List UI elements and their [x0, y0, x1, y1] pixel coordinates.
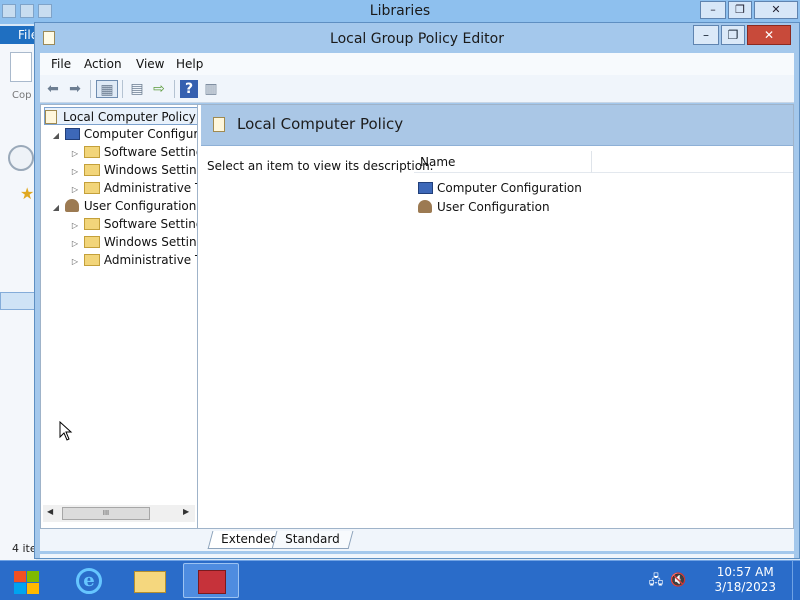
- window-title: Local Group Policy Editor: [330, 31, 504, 47]
- back-arrow-icon[interactable]: ⬅: [44, 80, 62, 98]
- collapse-arrow-icon[interactable]: ◢: [51, 127, 61, 145]
- favorites-star-icon[interactable]: ★: [20, 184, 34, 203]
- console-tree: Local Computer Policy ◢ Computer Configu…: [41, 105, 198, 528]
- taskbar-internet-explorer[interactable]: e: [62, 563, 118, 598]
- folder-icon: [83, 236, 100, 248]
- policy-document-icon: [45, 110, 57, 124]
- windows-logo-icon-part: [27, 583, 39, 594]
- details-banner: Local Computer Policy: [201, 105, 793, 146]
- volume-muted-icon[interactable]: 🔇: [670, 573, 686, 589]
- folder-icon: [83, 164, 100, 176]
- list-item-user-configuration[interactable]: User Configuration: [418, 198, 550, 216]
- copy-label: Cop: [12, 90, 32, 101]
- tree-item-user-windows-settings[interactable]: ▷ Windows Setting: [70, 233, 197, 251]
- taskbar-file-explorer[interactable]: [122, 563, 178, 598]
- tree-item-computer-administrative-templates[interactable]: ▷ Administrative Te: [70, 179, 197, 197]
- background-window-title: Libraries: [369, 3, 431, 19]
- clock-time: 10:57 AM: [716, 565, 774, 579]
- folder-icon: [83, 182, 100, 194]
- computer-icon: [418, 182, 433, 194]
- windows-logo-icon-part: [14, 583, 26, 594]
- status-bar: [40, 554, 794, 558]
- show-desktop-button[interactable]: [792, 561, 800, 600]
- toolbar-separator: [174, 80, 175, 98]
- menu-action[interactable]: Action: [84, 57, 122, 71]
- taskbar: e 🖧 🔇 10:57 AM 3/18/2023: [0, 560, 800, 600]
- bg-item-count: 4 ite: [12, 542, 37, 555]
- start-button[interactable]: [8, 565, 42, 597]
- list-header: Name: [414, 151, 793, 173]
- column-header-name[interactable]: Name: [420, 155, 455, 169]
- scroll-thumb[interactable]: III: [62, 507, 150, 520]
- tree-item-user-software-settings[interactable]: ▷ Software Settings: [70, 215, 197, 233]
- system-tray: 🖧 🔇 10:57 AM 3/18/2023: [640, 561, 800, 600]
- back-circle-icon[interactable]: [8, 145, 34, 171]
- user-icon: [418, 200, 432, 213]
- tab-standard[interactable]: Standard: [271, 531, 354, 549]
- expand-arrow-icon[interactable]: ▷: [70, 253, 80, 271]
- windows-logo-icon-part: [27, 571, 39, 582]
- collapse-arrow-icon[interactable]: ◢: [51, 199, 61, 217]
- details-list: Name Computer Configuration User Configu…: [414, 151, 793, 528]
- policy-document-icon: [213, 117, 225, 132]
- folder-icon: [83, 146, 100, 158]
- menu-file[interactable]: File: [51, 57, 71, 71]
- computer-icon: [64, 128, 80, 140]
- tree-item-computer-configuration[interactable]: ◢ Computer Configura: [51, 125, 197, 145]
- bg-close-button[interactable]: ✕: [754, 1, 798, 19]
- show-action-pane-icon[interactable]: ▥: [202, 80, 220, 98]
- tree-item-computer-software-settings[interactable]: ▷ Software Settings: [70, 143, 197, 161]
- properties-icon[interactable]: ▤: [128, 80, 146, 98]
- titlebar[interactable]: Local Group Policy Editor – ❐ ✕: [35, 23, 799, 53]
- toolbar-separator: [122, 80, 123, 98]
- banner-title: Local Computer Policy: [237, 115, 404, 133]
- tree-item-user-administrative-templates[interactable]: ▷ Administrative Te: [70, 251, 197, 271]
- internet-explorer-icon: e: [76, 568, 102, 594]
- forward-arrow-icon[interactable]: ➡: [66, 80, 84, 98]
- maximize-button[interactable]: ❐: [721, 25, 745, 45]
- tree-item-local-computer-policy[interactable]: Local Computer Policy: [44, 107, 197, 125]
- details-pane: Local Computer Policy Select an item to …: [201, 105, 793, 528]
- bg-minimize-button[interactable]: –: [700, 1, 726, 19]
- folder-icon: [83, 254, 100, 266]
- export-list-icon[interactable]: ⇨: [150, 80, 168, 98]
- tree-item-user-configuration[interactable]: ◢ User Configuration: [51, 197, 196, 215]
- minimize-button[interactable]: –: [693, 25, 719, 45]
- toolbar-separator: [90, 80, 91, 98]
- folder-icon: [83, 218, 100, 230]
- windows-logo-icon: [14, 571, 26, 582]
- background-titlebar: Libraries – ❐ ✕: [0, 0, 800, 24]
- menu-help[interactable]: Help: [176, 57, 203, 71]
- description-text: Select an item to view its description.: [207, 159, 434, 173]
- group-policy-editor-window: Local Group Policy Editor – ❐ ✕ File Act…: [34, 22, 800, 559]
- menu-bar: File Action View Help: [40, 53, 794, 75]
- show-hide-console-tree-icon[interactable]: ▦: [96, 80, 118, 98]
- scroll-left-arrow-icon[interactable]: ◀: [47, 507, 53, 516]
- toolbox-icon: [198, 570, 226, 594]
- toolbar: ⬅ ➡ ▦ ▤ ⇨ ? ▥: [40, 75, 794, 103]
- user-icon: [64, 199, 79, 212]
- bg-selected-nav-item[interactable]: [0, 292, 36, 310]
- clock[interactable]: 10:57 AM 3/18/2023: [714, 565, 776, 595]
- content-area: Local Computer Policy ◢ Computer Configu…: [40, 104, 794, 529]
- view-tabs: Extended Standard: [40, 529, 794, 551]
- taskbar-group-policy-editor[interactable]: [183, 563, 239, 598]
- column-divider[interactable]: [591, 151, 592, 173]
- network-icon[interactable]: 🖧: [648, 573, 664, 589]
- close-button[interactable]: ✕: [747, 25, 791, 45]
- tree-item-computer-windows-settings[interactable]: ▷ Windows Setting: [70, 161, 197, 179]
- menu-view[interactable]: View: [136, 57, 164, 71]
- help-icon[interactable]: ?: [180, 80, 198, 98]
- bg-file-tab[interactable]: File: [0, 26, 38, 44]
- tree-horizontal-scrollbar[interactable]: ◀ III ▶: [43, 505, 195, 522]
- list-item-computer-configuration[interactable]: Computer Configuration: [418, 179, 582, 197]
- bg-maximize-button[interactable]: ❐: [728, 1, 752, 19]
- clock-date: 3/18/2023: [714, 580, 776, 594]
- folder-icon: [134, 571, 166, 593]
- copy-icon[interactable]: [10, 52, 32, 82]
- scroll-right-arrow-icon[interactable]: ▶: [183, 507, 189, 516]
- mouse-cursor-icon: [59, 421, 73, 441]
